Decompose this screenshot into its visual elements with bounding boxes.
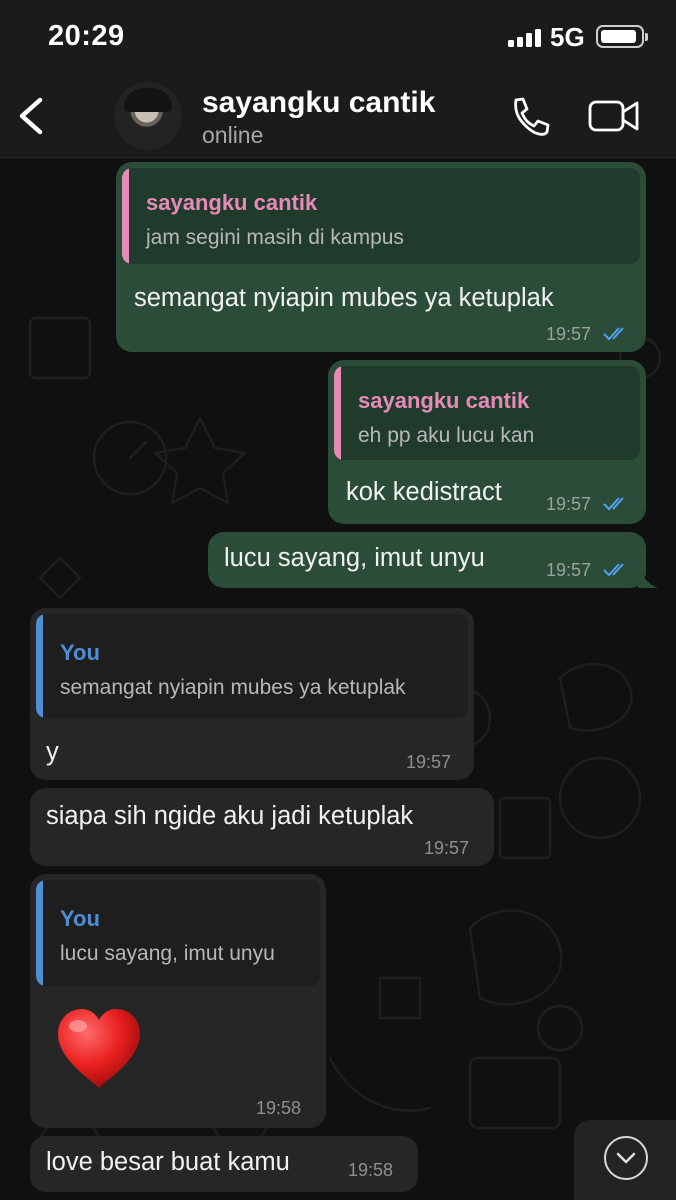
quote-author: You: [60, 906, 100, 931]
message-text: love besar buat kamu: [46, 1148, 290, 1176]
avatar[interactable]: [114, 82, 182, 150]
message-text: lucu sayang, imut unyu: [224, 544, 485, 572]
message-time: 19:58: [256, 1098, 302, 1118]
bubble-tail: [638, 568, 658, 588]
incoming-message[interactable]: love besar buat kamu 19:58: [30, 1136, 418, 1192]
video-call-button[interactable]: [586, 92, 642, 140]
signal-strength-icon: [508, 29, 542, 47]
message-text: kok kedistract: [346, 478, 502, 506]
chat-header: sayangku cantik online: [0, 80, 676, 158]
quote-text: lucu sayang, imut unyu: [60, 942, 275, 965]
outgoing-message[interactable]: sayangku cantik jam segini masih di kamp…: [116, 162, 646, 352]
video-camera-icon: [588, 100, 639, 132]
chevron-down-icon: [616, 1152, 636, 1164]
outgoing-message[interactable]: sayangku cantik eh pp aku lucu kan kok k…: [328, 360, 646, 524]
message-time: 19:57: [546, 324, 592, 344]
message-text: siapa sih ngide aku jadi ketuplak: [46, 802, 414, 830]
status-time: 20:29: [48, 20, 125, 52]
quoted-message[interactable]: You semangat nyiapin mubes ya ketuplak: [36, 614, 468, 718]
battery-icon: [596, 25, 648, 48]
quoted-message[interactable]: sayangku cantik jam segini masih di kamp…: [122, 168, 640, 264]
voice-call-button[interactable]: [506, 92, 554, 140]
outgoing-message[interactable]: lucu sayang, imut unyu 19:57: [208, 532, 646, 588]
network-type: 5G: [550, 22, 585, 52]
message-text: semangat nyiapin mubes ya ketuplak: [134, 284, 554, 312]
message-time: 19:57: [546, 560, 592, 580]
quote-text: eh pp aku lucu kan: [358, 424, 535, 447]
message-time: 19:57: [406, 752, 452, 772]
chat-screen: 20:29 5G sayangku cantik online sayangku…: [0, 0, 676, 1200]
message-list[interactable]: sayangku cantik jam segini masih di kamp…: [0, 158, 676, 1200]
quoted-message[interactable]: sayangku cantik eh pp aku lucu kan: [334, 366, 640, 460]
red-heart-emoji: [58, 1009, 140, 1088]
quote-author: sayangku cantik: [146, 190, 318, 215]
back-button[interactable]: [12, 94, 56, 138]
scroll-to-bottom-button[interactable]: [574, 1120, 676, 1200]
quote-text: jam segini masih di kampus: [146, 226, 404, 249]
message-time: 19:58: [348, 1160, 394, 1180]
incoming-message[interactable]: siapa sih ngide aku jadi ketuplak 19:57: [30, 788, 494, 866]
quote-author: sayangku cantik: [358, 388, 530, 413]
message-time: 19:57: [546, 494, 592, 514]
double-check-icon: [603, 327, 624, 341]
contact-status: online: [202, 122, 264, 148]
incoming-message[interactable]: You semangat nyiapin mubes ya ketuplak y…: [30, 608, 474, 780]
double-check-icon: [603, 563, 624, 577]
contact-name[interactable]: sayangku cantik: [202, 86, 435, 120]
double-check-icon: [603, 497, 624, 511]
message-text: y: [46, 738, 59, 766]
status-bar: 20:29 5G: [0, 0, 676, 80]
incoming-message[interactable]: You lucu sayang, imut unyu ❤️ 19:58: [30, 874, 326, 1128]
quote-text: semangat nyiapin mubes ya ketuplak: [60, 676, 406, 699]
phone-icon: [514, 97, 550, 136]
quote-author: You: [60, 640, 100, 665]
message-time: 19:57: [424, 838, 470, 858]
quoted-message[interactable]: You lucu sayang, imut unyu: [36, 880, 320, 986]
chevron-left-icon: [19, 97, 43, 135]
